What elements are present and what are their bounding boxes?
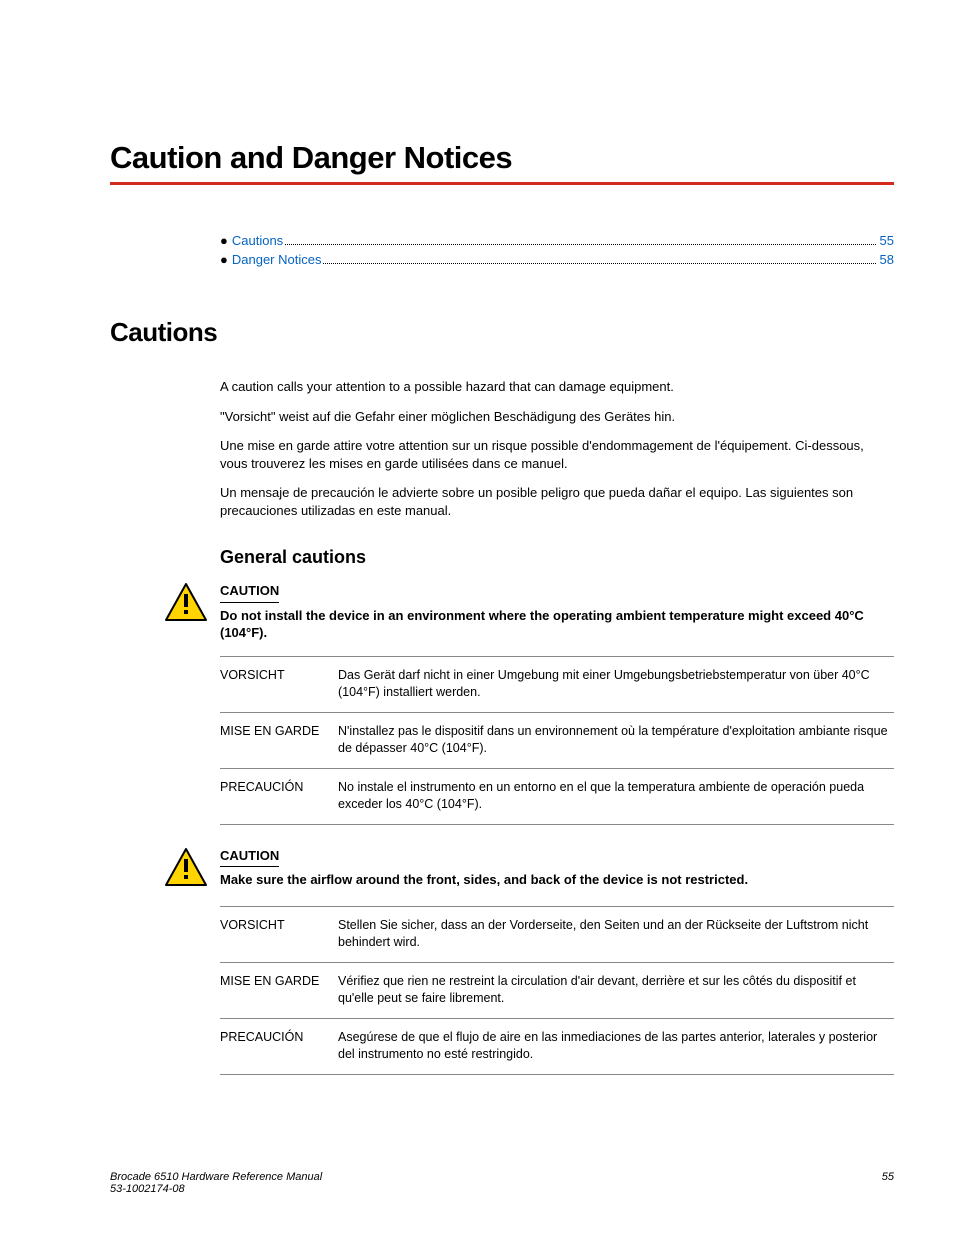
- toc-bullet: ●: [220, 233, 228, 248]
- caution-label: CAUTION: [220, 582, 279, 603]
- footer-doc-number: 53-1002174-08: [110, 1183, 322, 1195]
- toc-bullet: ●: [220, 252, 228, 267]
- caution-message: Make sure the airflow around the front, …: [220, 871, 894, 889]
- table-row: MISE EN GARDE Vérifiez que rien ne restr…: [220, 963, 894, 1019]
- caution-label: CAUTION: [220, 847, 279, 868]
- warning-triangle-icon: [164, 582, 208, 642]
- lang-text-es: Asegúrese de que el flujo de aire en las…: [338, 1029, 894, 1064]
- toc-leader: [323, 263, 875, 264]
- caution2-translations: VORSICHT Stellen Sie sicher, dass an der…: [220, 906, 894, 1075]
- chapter-toc: ● Cautions 55 ● Danger Notices 58: [220, 233, 894, 267]
- lang-label-es: PRECAUCIÓN: [220, 779, 338, 814]
- toc-page-cautions[interactable]: 55: [880, 233, 894, 248]
- toc-leader: [285, 244, 875, 245]
- warning-triangle-icon: [164, 847, 208, 892]
- toc-page-danger[interactable]: 58: [880, 252, 894, 267]
- page-footer: Brocade 6510 Hardware Reference Manual 5…: [110, 1171, 894, 1195]
- chapter-title: Caution and Danger Notices: [110, 140, 894, 176]
- caution-message: Do not install the device in an environm…: [220, 607, 894, 642]
- lang-text-es: No instale el instrumento en un entorno …: [338, 779, 894, 814]
- intro-paragraph-es: Un mensaje de precaución le advierte sob…: [220, 484, 894, 519]
- section-heading-cautions: Cautions: [110, 317, 894, 348]
- toc-link-danger[interactable]: Danger Notices: [232, 252, 322, 267]
- lang-label-es: PRECAUCIÓN: [220, 1029, 338, 1064]
- caution1-translations: VORSICHT Das Gerät darf nicht in einer U…: [220, 656, 894, 825]
- toc-link-cautions[interactable]: Cautions: [232, 233, 283, 248]
- table-row: PRECAUCIÓN No instale el instrumento en …: [220, 769, 894, 825]
- table-row: VORSICHT Stellen Sie sicher, dass an der…: [220, 907, 894, 963]
- lang-label-fr: MISE EN GARDE: [220, 973, 338, 1008]
- intro-paragraph-fr: Une mise en garde attire votre attention…: [220, 437, 894, 472]
- lang-text-de: Stellen Sie sicher, dass an der Vorderse…: [338, 917, 894, 952]
- footer-page-number: 55: [882, 1171, 894, 1195]
- lang-text-fr: Vérifiez que rien ne restreint la circul…: [338, 973, 894, 1008]
- title-rule: [110, 182, 894, 185]
- lang-label-de: VORSICHT: [220, 667, 338, 702]
- table-row: VORSICHT Das Gerät darf nicht in einer U…: [220, 657, 894, 713]
- lang-text-fr: N'installez pas le dispositif dans un en…: [338, 723, 894, 758]
- table-row: MISE EN GARDE N'installez pas le disposi…: [220, 713, 894, 769]
- table-row: PRECAUCIÓN Asegúrese de que el flujo de …: [220, 1019, 894, 1075]
- intro-paragraph-en: A caution calls your attention to a poss…: [220, 378, 894, 396]
- intro-paragraph-de: "Vorsicht" weist auf die Gefahr einer mö…: [220, 408, 894, 426]
- lang-text-de: Das Gerät darf nicht in einer Umgebung m…: [338, 667, 894, 702]
- lang-label-fr: MISE EN GARDE: [220, 723, 338, 758]
- lang-label-de: VORSICHT: [220, 917, 338, 952]
- subsection-heading-general: General cautions: [220, 547, 894, 568]
- footer-manual-title: Brocade 6510 Hardware Reference Manual: [110, 1171, 322, 1183]
